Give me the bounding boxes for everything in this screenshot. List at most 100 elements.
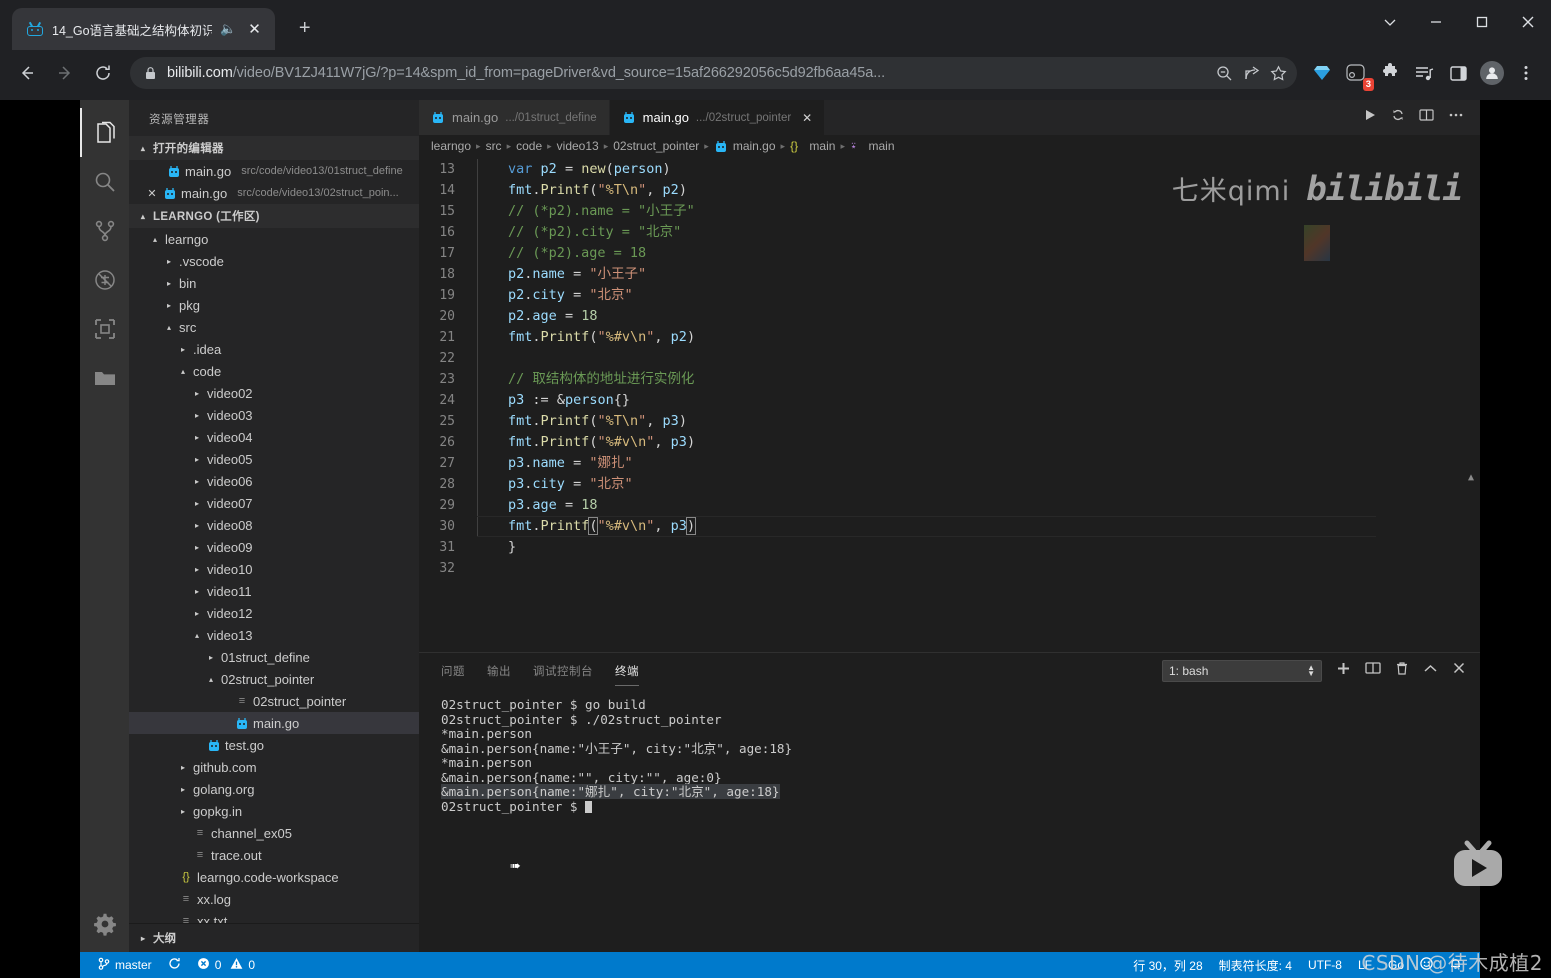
- status-indentation[interactable]: 制表符长度: 4: [1211, 952, 1300, 978]
- minimize-icon[interactable]: [1413, 0, 1459, 44]
- outline-section-header[interactable]: ▸ 大纲: [129, 923, 419, 952]
- file-tree-item[interactable]: ▸ .vscode: [129, 250, 419, 272]
- status-eol[interactable]: LF: [1350, 952, 1380, 978]
- file-tree-item[interactable]: ≡ trace.out: [129, 844, 419, 866]
- file-tree-item[interactable]: ▸ video12: [129, 602, 419, 624]
- file-tree-item[interactable]: ▸ video07: [129, 492, 419, 514]
- file-tree-item[interactable]: ▸ video09: [129, 536, 419, 558]
- file-tree-item[interactable]: ≡ xx.txt: [129, 910, 419, 924]
- editor-tab-02struct-pointer[interactable]: main.go .../02struct_pointer ✕: [609, 100, 826, 135]
- file-tree-item[interactable]: main.go: [129, 712, 419, 734]
- back-arrow-icon[interactable]: [10, 56, 44, 90]
- minimap-slider[interactable]: ▲: [1468, 467, 1474, 488]
- tab-problems[interactable]: 问题: [441, 655, 465, 686]
- file-tree-item[interactable]: ▸ golang.org: [129, 778, 419, 800]
- split-terminal-icon[interactable]: [1365, 661, 1381, 680]
- maximize-panel-icon[interactable]: [1423, 662, 1438, 680]
- file-tree-item[interactable]: ▸ video05: [129, 448, 419, 470]
- status-cursor-position[interactable]: 行 30，列 28: [1125, 952, 1210, 978]
- file-tree-item[interactable]: ▸ video02: [129, 382, 419, 404]
- share-icon[interactable]: [1243, 65, 1260, 82]
- code-editor[interactable]: 13 var p2 = new(person) 14 fmt.Printf("%T\…: [419, 157, 1480, 652]
- tab-terminal[interactable]: 终端: [615, 655, 639, 686]
- file-tree[interactable]: ▴ learngo ▸ .vscode ▸ bin ▸ pkg ▴ src ▸ .idea ▴ code ▸…: [129, 228, 419, 923]
- open-editor-item[interactable]: main.go src/code/video13/01struct_define: [129, 160, 419, 182]
- file-tree-item[interactable]: ▸ 01struct_define: [129, 646, 419, 668]
- dark-reader-icon[interactable]: 3: [1341, 58, 1374, 91]
- side-panel-icon[interactable]: [1443, 58, 1473, 88]
- file-tree-item[interactable]: ≡ channel_ex05: [129, 822, 419, 844]
- terminal-prompt[interactable]: 02struct_pointer $: [441, 799, 1480, 815]
- status-language-mode[interactable]: Go: [1380, 952, 1412, 978]
- file-tree-item[interactable]: ▸ video03: [129, 404, 419, 426]
- playlist-icon[interactable]: [1409, 58, 1439, 88]
- file-tree-item[interactable]: ▸ video11: [129, 580, 419, 602]
- split-editor-icon[interactable]: [1419, 108, 1434, 127]
- editor-tab-01struct-define[interactable]: main.go .../01struct_define: [419, 100, 610, 135]
- breadcrumb-item[interactable]: main.go: [733, 139, 776, 153]
- new-tab-button[interactable]: +: [291, 14, 319, 42]
- sidebar-item-source-control[interactable]: [80, 206, 129, 255]
- star-icon[interactable]: [1270, 64, 1287, 82]
- breadcrumb-item[interactable]: {} main: [790, 139, 835, 153]
- zoom-out-icon[interactable]: [1216, 65, 1233, 82]
- breadcrumb-item[interactable]: video13: [557, 139, 599, 153]
- status-sync[interactable]: [160, 952, 189, 978]
- breadcrumb-item[interactable]: learngo: [431, 139, 471, 153]
- file-tree-item[interactable]: ▸ video04: [129, 426, 419, 448]
- chevron-down-icon[interactable]: [1367, 0, 1413, 44]
- tab-debug-console[interactable]: 调试控制台: [533, 655, 593, 686]
- file-tree-item[interactable]: ▴ 02struct_pointer: [129, 668, 419, 690]
- file-tree-item[interactable]: test.go: [129, 734, 419, 756]
- file-tree-item[interactable]: ≡ 02struct_pointer: [129, 690, 419, 712]
- file-tree-item[interactable]: ▸ video08: [129, 514, 419, 536]
- more-actions-icon[interactable]: [1448, 108, 1464, 127]
- breadcrumb-item[interactable]: code: [516, 139, 542, 153]
- forward-arrow-icon[interactable]: [48, 56, 82, 90]
- file-tree-item[interactable]: ▸ bin: [129, 272, 419, 294]
- sidebar-item-explorer[interactable]: [80, 108, 129, 157]
- file-tree-item[interactable]: ▸ video06: [129, 470, 419, 492]
- chrome-menu-icon[interactable]: [1511, 58, 1541, 88]
- terminal-output[interactable]: 02struct_pointer $ go build 02struct_poin…: [419, 688, 1480, 952]
- close-icon[interactable]: ✕: [244, 20, 265, 39]
- puzzle-extensions-icon[interactable]: [1375, 58, 1405, 88]
- sidebar-item-extensions[interactable]: [80, 304, 129, 353]
- file-tree-item[interactable]: ▴ code: [129, 360, 419, 382]
- file-tree-item[interactable]: ▴ learngo: [129, 228, 419, 250]
- file-tree-item[interactable]: ▴ src: [129, 316, 419, 338]
- breadcrumb[interactable]: learngo ▸ src ▸ code ▸ video13 ▸ 02struct_po…: [419, 135, 1480, 157]
- file-tree-item[interactable]: ≡ xx.log: [129, 888, 419, 910]
- reload-icon[interactable]: [86, 56, 120, 90]
- sidebar-item-run-debug[interactable]: [80, 255, 129, 304]
- status-feedback[interactable]: [1412, 952, 1441, 978]
- file-tree-item[interactable]: ▸ pkg: [129, 294, 419, 316]
- status-notifications[interactable]: [1441, 952, 1470, 978]
- file-tree-item[interactable]: ▸ .idea: [129, 338, 419, 360]
- maximize-icon[interactable]: [1459, 0, 1505, 44]
- close-icon[interactable]: ✕: [802, 111, 812, 125]
- file-tree-item[interactable]: ▸ gopkg.in: [129, 800, 419, 822]
- open-editors-header[interactable]: ▴ 打开的编辑器: [129, 136, 419, 160]
- run-icon[interactable]: [1363, 108, 1377, 127]
- window-close-icon[interactable]: [1505, 0, 1551, 44]
- run-test-icon[interactable]: [1391, 108, 1405, 127]
- status-encoding[interactable]: UTF-8: [1300, 952, 1350, 978]
- breadcrumb-item[interactable]: src: [486, 139, 502, 153]
- kill-terminal-icon[interactable]: [1395, 661, 1409, 681]
- breadcrumb-item[interactable]: 02struct_pointer: [613, 139, 699, 153]
- status-branch[interactable]: master: [90, 952, 160, 978]
- browser-tab[interactable]: 14_Go语言基础之结构体初识 🔈 ✕: [12, 8, 275, 50]
- breadcrumb-item[interactable]: ⍣ main: [850, 139, 895, 154]
- file-tree-item[interactable]: ▸ video10: [129, 558, 419, 580]
- settings-button[interactable]: [80, 899, 129, 948]
- status-problems[interactable]: 0 0: [189, 952, 263, 978]
- address-bar[interactable]: bilibili.com/video/BV1ZJ411W7jG/?p=14&sp…: [130, 57, 1297, 89]
- new-terminal-icon[interactable]: [1336, 661, 1351, 681]
- tab-output[interactable]: 输出: [487, 655, 511, 686]
- file-tree-item[interactable]: {} learngo.code-workspace: [129, 866, 419, 888]
- close-panel-icon[interactable]: [1452, 661, 1466, 680]
- workspace-header[interactable]: ▴ LEARNGO (工作区): [129, 204, 419, 228]
- open-editor-item[interactable]: ✕ main.go src/code/video13/02struct_poin…: [129, 182, 419, 204]
- speaker-mute-icon[interactable]: 🔈: [220, 21, 236, 37]
